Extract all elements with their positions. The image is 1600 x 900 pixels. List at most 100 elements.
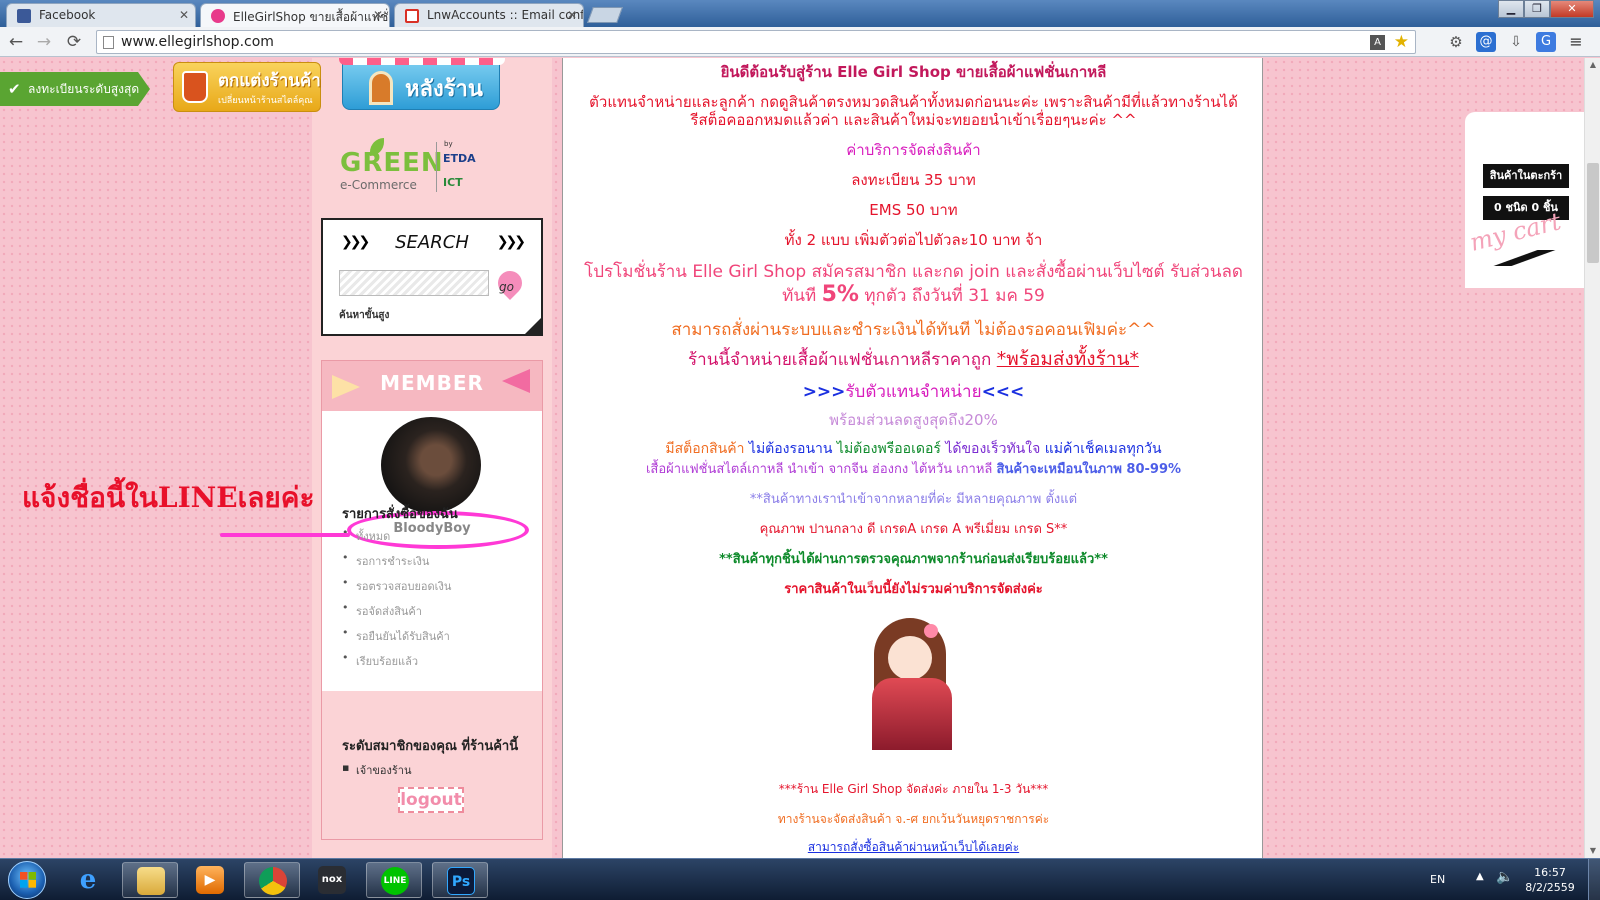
taskbar-ie[interactable]: e	[60, 862, 116, 898]
orders-list: ทั้งหมด รอการชำระเงิน รอตรวจสอบยอดเงิน ร…	[342, 526, 451, 677]
order-online-text: สามารถสั่งซื้อสินค้าผ่านหน้าเว็บได้เลยค่…	[807, 840, 1020, 854]
shipping-heading: ค่าบริการจัดส่งสินค้า	[846, 141, 981, 159]
check-icon: ✔	[8, 80, 21, 98]
search-box: ❯❯❯ SEARCH ❯❯❯ go ค้นหาขั้นสูง	[321, 218, 543, 336]
advanced-search-link[interactable]: ค้นหาขั้นสูง	[339, 308, 389, 323]
windows-taskbar: e ▶ nox LINE Ps EN ▲ 🔈 16:57 8/2/2559	[0, 858, 1600, 900]
ie-icon: e	[79, 865, 97, 895]
scroll-down-icon[interactable]: ▼	[1585, 844, 1600, 858]
order-filter-all[interactable]: ทั้งหมด	[342, 526, 451, 552]
forward-button[interactable]: →	[34, 32, 54, 52]
level-badge-label: ลงทะเบียนระดับสูงสุด	[28, 82, 140, 96]
cart-title[interactable]: สินค้าในตะกร้า	[1483, 164, 1569, 188]
quality-text: **สินค้าทางเรานำเข้าจากหลายที่ค่ะ มีหลาย…	[749, 492, 1078, 507]
grade-text: คุณภาพ ปานกลาง ดี เกรดA เกรด A พรีเมี่ยม…	[759, 522, 1068, 537]
taskbar-media-player[interactable]: ▶	[182, 862, 238, 898]
avatar[interactable]	[381, 417, 481, 513]
translate-icon[interactable]: A	[1370, 35, 1385, 50]
close-icon[interactable]: ✕	[373, 8, 383, 22]
tab-title: ElleGirlShop ขายเสื้อผ้าแฟชั่	[233, 10, 389, 24]
close-icon[interactable]: ✕	[179, 8, 189, 22]
show-desktop-button[interactable]	[1588, 859, 1600, 900]
back-button[interactable]: ←	[6, 32, 26, 52]
taskbar-nox[interactable]: nox	[304, 862, 360, 898]
maximize-button[interactable]: ❐	[1524, 0, 1550, 18]
stock-text: แม่ค้าเช็คเมลทุกวัน	[1044, 441, 1162, 457]
order-filter-completed[interactable]: เรียบร้อยแล้ว	[342, 651, 451, 677]
logo-divider	[436, 142, 437, 192]
annotation-underline	[220, 533, 350, 537]
url-input[interactable]	[121, 33, 1321, 51]
level-badge[interactable]: ✔ ลงทะเบียนระดับสูงสุด	[0, 72, 150, 106]
order-filter-awaiting-payment[interactable]: รอการชำระเงิน	[342, 551, 451, 577]
page-icon	[103, 36, 114, 49]
ship-days-text: ทางร้านจะจัดส่งสินค้า จ.-ศ ยกเว้นวันหยุด…	[777, 812, 1050, 826]
backstore-button[interactable]: หลังร้าน	[339, 58, 505, 110]
address-bar[interactable]: A ★	[96, 30, 1416, 54]
decorate-shop-button[interactable]: ตกแต่งร้านค้า เปลี่ยนหน้าร้านสไตล์คุณ	[173, 62, 321, 112]
ellegirlshop-icon	[211, 9, 225, 23]
anime-girl-image	[868, 618, 956, 750]
member-level-heading: ระดับสมาชิกของคุณ ที่ร้านค้านี้	[342, 739, 519, 754]
tab-lnwaccounts[interactable]: LnwAccounts :: Email conf ✕	[394, 3, 584, 27]
order-filter-awaiting-shipping[interactable]: รอจัดส่งสินค้า	[342, 601, 451, 627]
taskbar-explorer[interactable]	[122, 862, 178, 898]
menu-icon[interactable]: ≡	[1566, 32, 1586, 52]
agent-recruit: >>>รับตัวแทนจำหน่าย<<<	[563, 378, 1264, 405]
stock-text: มีสต็อกสินค้า	[665, 441, 749, 457]
search-input[interactable]	[339, 270, 489, 296]
shipping-registered: ลงทะเบียน 35 บาท	[851, 171, 976, 189]
logout-button[interactable]: logout	[398, 787, 464, 813]
shipping-ems: EMS 50 บาท	[869, 201, 958, 219]
tab-ellegirlshop[interactable]: ElleGirlShop ขายเสื้อผ้าแฟชั่ ✕	[200, 3, 390, 27]
clock-time: 16:57	[1534, 866, 1566, 879]
window-close-button[interactable]: ✕	[1550, 0, 1594, 18]
scroll-up-icon[interactable]: ▲	[1585, 58, 1600, 72]
start-button[interactable]	[8, 861, 46, 899]
my-orders-heading: รายการสั่งซื้อของฉัน	[342, 507, 458, 522]
agent-recruit-title: รับตัวแทนจำหน่าย	[845, 382, 982, 402]
arrows-right-icon: ❯❯❯	[496, 234, 526, 250]
order-filter-verifying[interactable]: รอตรวจสอบยอดเงิน	[342, 576, 451, 602]
ict-text: ICT	[443, 176, 463, 189]
cart-widget[interactable]: สินค้าในตะกร้า 0 ชนิด 0 ชิ้น my cart	[1465, 112, 1584, 288]
green-text: GREEN	[340, 148, 444, 178]
clock[interactable]: 16:57 8/2/2559	[1520, 865, 1580, 895]
order-now-text: สามารถสั่งผ่านระบบและชำระเงินได้ทันที ไม…	[671, 320, 1156, 340]
price-note: ราคาสินค้าในเว็บนี้ยังไม่รวมค่าบริการจัด…	[784, 582, 1043, 597]
chrome-icon	[259, 867, 287, 895]
order-filter-awaiting-confirm[interactable]: รอยืนยันได้รับสินค้า	[342, 626, 451, 652]
language-indicator[interactable]: EN	[1430, 873, 1445, 886]
bookmark-star-icon[interactable]: ★	[1394, 32, 1409, 52]
ready-stock-link[interactable]: *พร้อมส่งทั้งร้าน*	[997, 348, 1139, 370]
promo-line-2: ทันที 5% ทุกตัว ถึงวันที่ 31 มค 59	[563, 282, 1264, 309]
reload-button[interactable]: ⟳	[64, 32, 84, 52]
close-icon[interactable]: ✕	[567, 8, 577, 22]
green-ecommerce-logo[interactable]: GREEN e-Commerce by ETDA ICT	[340, 138, 480, 196]
arrows-left: >>>	[802, 382, 846, 402]
cart-decoration	[1465, 250, 1584, 266]
go-label: go	[499, 280, 514, 294]
settings-gear-icon[interactable]: ⚙	[1446, 32, 1466, 52]
ship-time-text: ***ร้าน Elle Girl Shop จัดส่งค่ะ ภายใน 1…	[778, 782, 1049, 796]
minimize-button[interactable]: ▁	[1498, 0, 1524, 18]
tab-facebook[interactable]: Facebook ✕	[6, 3, 196, 27]
download-icon[interactable]: ⇩	[1506, 32, 1526, 52]
taskbar-chrome[interactable]	[244, 862, 300, 898]
media-player-icon: ▶	[196, 866, 224, 894]
tab-title: LnwAccounts :: Email conf	[427, 8, 584, 22]
member-panel: MEMBER BloodyBoy รายการสั่งซื้อของฉัน ทั…	[321, 360, 543, 840]
stock-text: ได้ของเร็วทันใจ	[945, 441, 1045, 457]
new-tab-button[interactable]	[587, 7, 623, 23]
taskbar-photoshop[interactable]: Ps	[432, 862, 488, 898]
promo-percent: 5%	[821, 282, 859, 307]
page-scrollbar[interactable]: ▲ ▼	[1584, 58, 1600, 858]
tray-expand-icon[interactable]: ▲	[1476, 871, 1484, 882]
taskbar-line[interactable]: LINE	[366, 862, 422, 898]
account-icon[interactable]: @	[1476, 32, 1496, 52]
scroll-thumb[interactable]	[1587, 163, 1599, 263]
translate-extension-icon[interactable]: G	[1536, 32, 1556, 52]
search-go-button[interactable]: go	[491, 266, 531, 304]
volume-icon[interactable]: 🔈	[1496, 869, 1513, 885]
windows-logo-icon	[20, 872, 36, 888]
